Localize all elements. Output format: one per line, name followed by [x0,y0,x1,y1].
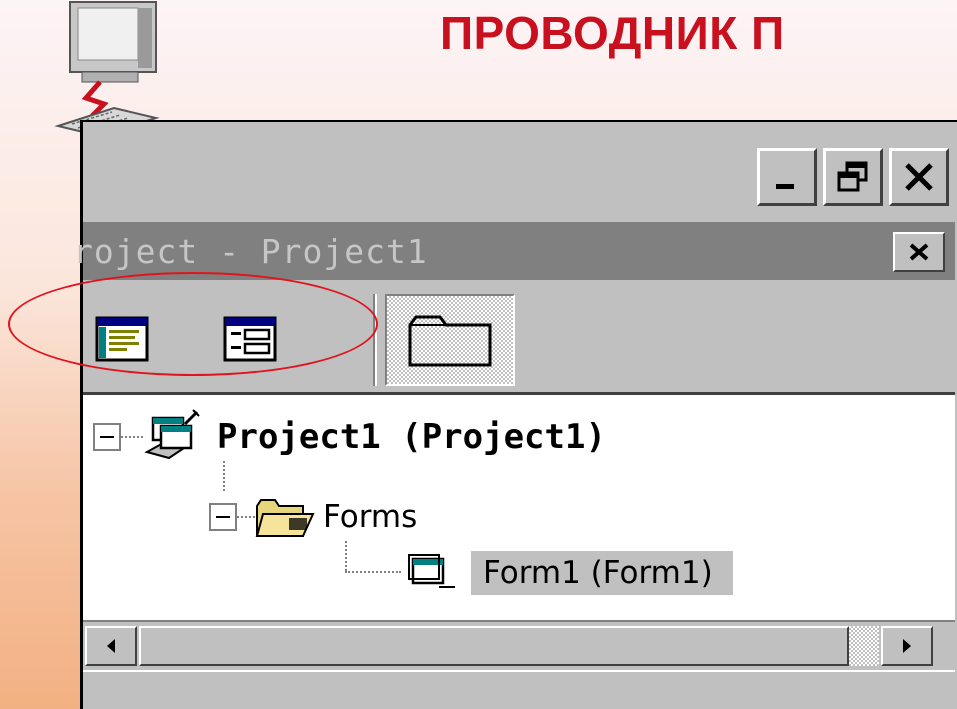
tree-label-forms: Forms [323,499,418,535]
tree-label-project: Project1 (Project1) [217,417,606,457]
tree-label-form1: Form1 (Form1) [471,551,733,595]
project-icon [144,409,200,460]
tree-connector [345,571,401,573]
restore-button[interactable] [823,148,883,206]
view-code-icon [95,316,149,362]
folder-icon [408,315,492,367]
arrow-right-icon [903,639,911,653]
form-icon [408,554,455,588]
close-window-button[interactable] [889,148,949,206]
open-folder-icon [255,499,315,537]
view-code-button[interactable] [95,316,149,362]
collapse-forms-toggle[interactable] [209,503,237,531]
window-bottom-strip [83,670,955,709]
tree-connector [121,436,143,438]
close-icon [905,163,933,191]
computer-logo-icon [54,1,160,136]
toggle-folders-button[interactable] [385,294,515,386]
tree-connector [345,541,347,571]
project-tree: Project1 (Project1) Forms Form1 (Form1) [83,392,955,620]
slide-title: ПРОВОДНИК П [440,7,785,59]
view-object-icon [223,316,277,362]
tree-connector [237,516,255,518]
tree-node-forms[interactable]: Forms [209,487,417,547]
project-explorer-title: roject - Project1 [73,231,428,271]
window-controls [757,148,949,206]
scroll-thumb[interactable] [139,626,849,666]
restore-icon [837,161,868,192]
horizontal-scrollbar[interactable] [83,620,955,670]
tree-node-form1[interactable]: Form1 (Form1) [405,543,733,603]
scroll-track[interactable] [849,626,879,666]
arrow-left-icon [107,639,115,653]
project-explorer-close-button[interactable] [893,232,945,272]
close-icon [909,243,929,261]
project-explorer-toolbar [83,282,955,390]
minimize-button[interactable] [757,148,817,206]
collapse-project-toggle[interactable] [93,423,121,451]
project-explorer-titlebar[interactable]: roject - Project1 [73,222,955,280]
scroll-right-button[interactable] [881,626,933,666]
toolbar-separator [373,294,377,386]
minimize-icon [776,184,794,189]
tree-node-project[interactable]: Project1 (Project1) [93,407,606,467]
scroll-left-button[interactable] [85,626,137,666]
view-object-button[interactable] [223,316,277,362]
ide-window: roject - Project1 Project1 (Project1) Fo… [73,120,957,709]
